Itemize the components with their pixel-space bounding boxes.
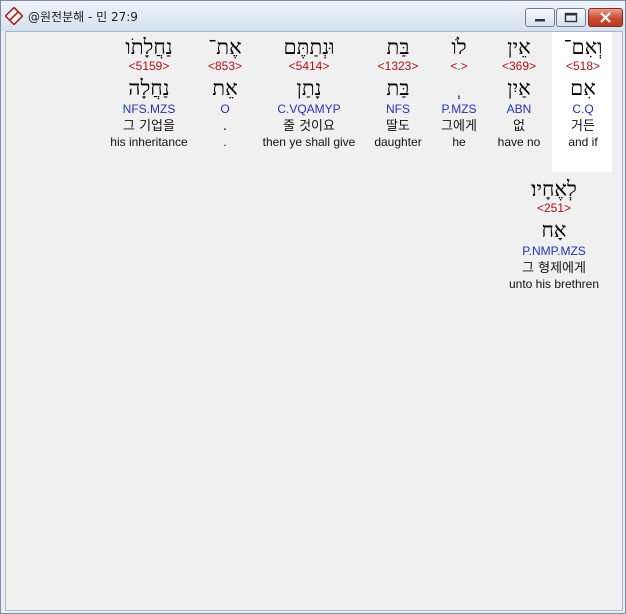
korean-gloss: 딸도 bbox=[386, 119, 410, 134]
morphology-code: NFS bbox=[386, 102, 410, 116]
hebrew-word: בַּת bbox=[386, 35, 410, 59]
minimize-icon bbox=[535, 19, 545, 22]
english-gloss: daughter bbox=[374, 135, 422, 149]
english-gloss: his inheritance bbox=[110, 135, 188, 149]
close-button[interactable] bbox=[588, 8, 623, 27]
strong-number: <251> bbox=[536, 201, 572, 215]
window-title: @원전분해 - 민 27:9 bbox=[28, 10, 138, 24]
word-4[interactable]: בַּת <1323> בַּת NFS 딸도 daughter bbox=[348, 34, 448, 149]
morphology-code: NFS.MZS bbox=[122, 102, 176, 116]
close-icon bbox=[600, 12, 611, 23]
title-bar[interactable]: @원전분해 - 민 27:9 bbox=[1, 1, 625, 31]
korean-gloss: 그 기업을 bbox=[123, 119, 175, 134]
english-gloss: unto his brethren bbox=[508, 277, 600, 291]
lemma: בַּת bbox=[386, 76, 410, 100]
strong-number: <1323> bbox=[377, 59, 419, 73]
maximize-button[interactable] bbox=[556, 8, 586, 27]
word-8[interactable]: לְאֶחָיו׃ <251> אָח P.NMP.MZS 그 형제에게 unt… bbox=[504, 176, 604, 291]
interlinear-panel: וְאִם־ <518> אִם C.Q 거든 and if אֵין <369… bbox=[5, 31, 623, 611]
hebrew-word: נַחֲלָתֹו bbox=[125, 35, 173, 59]
app-icon bbox=[5, 7, 23, 25]
app-window: @원전분해 - 민 27:9 וְאִם־ <518> אִם C.Q 거든 a… bbox=[0, 0, 626, 614]
korean-gloss: 그 형제에게 bbox=[522, 261, 586, 276]
maximize-icon bbox=[564, 12, 578, 23]
strong-number: <5159> bbox=[128, 59, 170, 73]
lemma: אָח bbox=[541, 218, 567, 242]
lemma: נַחֲלָה bbox=[128, 76, 170, 100]
morphology-code: P.NMP.MZS bbox=[522, 244, 586, 258]
hebrew-word: לְאֶחָיו׃ bbox=[531, 177, 577, 201]
minimize-button[interactable] bbox=[525, 8, 555, 27]
word-7[interactable]: נַחֲלָתֹו <5159> נַחֲלָה NFS.MZS 그 기업을 h… bbox=[99, 34, 199, 149]
